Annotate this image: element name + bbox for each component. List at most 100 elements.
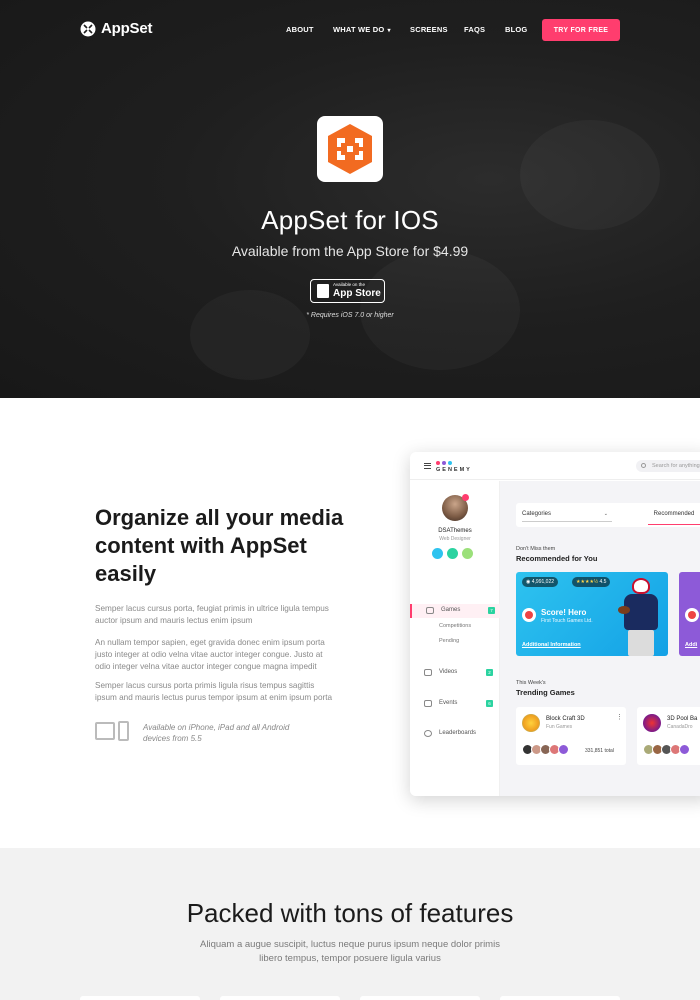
hero-section: AppSet ABOUT WHAT WE DO ▾ SCREENS FAQS BL… [0, 0, 700, 398]
trending-game-card: 3D Pool Ba CanadaDro [637, 707, 700, 765]
game-title: 3D Pool Ba [667, 716, 698, 722]
mockup-user-role: Web Designer [439, 536, 471, 542]
menu-badge: 6 [486, 700, 493, 707]
search-icon [641, 463, 646, 468]
mockup-menu-games: Games 7 [410, 604, 500, 618]
notification-badge [462, 494, 469, 501]
game-logo [685, 608, 699, 622]
featured-game-card: ◉ 4,991,022 ★★★★½ 4.5 Score! Hero First … [516, 572, 668, 656]
featured-game-link: Additional Information [522, 642, 581, 648]
mockup-brand: GENEMY [436, 467, 472, 473]
mockup-sidebar: DSAThemes Web Designer Games 7 Competiti… [410, 481, 500, 796]
top-navigation: AppSet ABOUT WHAT WE DO ▾ SCREENS FAQS BL… [0, 0, 700, 60]
dot [436, 461, 440, 465]
features-title: Packed with tons of features [186, 898, 514, 928]
mockup-submenu-pending: Pending [439, 638, 460, 644]
game-title: Block Craft 3D [546, 716, 585, 722]
trending-game-card: Block Craft 3D Fun Games ⋮ 331,851 total [516, 707, 626, 765]
background-foliage [190, 290, 310, 380]
feature-card [500, 996, 620, 1000]
avatar [432, 548, 443, 559]
mockup-menu-events: Events 6 [410, 697, 500, 711]
gauge-icon [424, 730, 432, 737]
features-text: Aliquam a augue suscipit, luctus neque p… [200, 939, 500, 964]
devices-icons [95, 721, 129, 741]
tablet-icon [95, 722, 115, 740]
nav-faqs[interactable]: FAQS [464, 25, 485, 34]
phone-icon [317, 284, 329, 298]
game-icon [522, 714, 540, 732]
hero-title: AppSet for IOS [261, 205, 439, 235]
feature-card [360, 996, 480, 1000]
film-icon [424, 669, 432, 676]
organize-paragraph-1: Semper lacus cursus porta, feugiat primi… [95, 604, 329, 625]
nav-what-we-do-label: WHAT WE DO [333, 25, 385, 34]
featured-game-2-link: Addi [685, 642, 698, 648]
game-icon [643, 714, 661, 732]
section-heading: Recommended for You [516, 554, 598, 563]
try-for-free-button[interactable]: TRY FOR FREE [542, 19, 620, 41]
app-icon [317, 116, 383, 182]
mockup-menu-leaderboards: Leaderboards [410, 727, 500, 741]
nav-blog[interactable]: BLOG [505, 25, 527, 34]
features-section: Packed with tons of features Aliquam a a… [0, 848, 700, 1000]
menu-badge: 2 [486, 669, 493, 676]
organize-title: Organize all your media content with App… [95, 505, 344, 586]
more-vertical-icon: ⋮ [616, 714, 623, 721]
phone-icon [118, 721, 129, 741]
nav-about[interactable]: ABOUT [286, 25, 314, 34]
players-count: 4,991,022 [531, 579, 555, 585]
mockup-categories-select: Categories ⌄ [522, 509, 612, 522]
chevron-down-icon: ⌄ [603, 511, 608, 517]
menu-label: Games [441, 607, 461, 613]
nav-what-we-do[interactable]: WHAT WE DO ▾ [333, 25, 391, 34]
featured-game-card-2: Addi [679, 572, 700, 656]
section-kicker: Don't Miss them [516, 546, 556, 552]
avatar [679, 744, 690, 755]
menu-badge: 7 [488, 607, 495, 614]
chat-icon [424, 700, 432, 707]
menu-label: Leaderboards [439, 730, 477, 736]
app-store-button[interactable]: Available on the App Store [310, 279, 385, 303]
mockup-topbar: GENEMY Search for anything [410, 452, 700, 480]
caret-down-icon: ▾ [387, 28, 391, 34]
mockup-menu-videos: Videos 2 [410, 666, 500, 680]
featured-game-title: Score! Hero [541, 608, 587, 617]
menu-label: Events [439, 700, 458, 706]
organize-paragraph-2: An nullam tempor sapien, eget gravida do… [95, 638, 325, 671]
nav-screens[interactable]: SCREENS [410, 25, 448, 34]
avatar [558, 744, 569, 755]
organize-paragraph-3: Semper lacus cursus porta primis ligula … [95, 681, 333, 702]
dot [442, 461, 446, 465]
feature-card [80, 996, 200, 1000]
devices-note: Available on iPhone, iPad and all Androi… [143, 723, 290, 743]
mockup-search: Search for anything [636, 460, 700, 472]
mockup-submenu-competitions: Competitions [439, 623, 472, 629]
categories-label: Categories [522, 511, 552, 517]
rating-value: 4.5 [599, 579, 607, 585]
section-kicker: This Week's [516, 680, 546, 686]
brand-dots [436, 461, 452, 465]
logo-text: AppSet [101, 20, 153, 37]
requirements-note: * Requires iOS 7.0 or higher [306, 312, 394, 319]
game-studio: Fun Games [546, 724, 573, 730]
player-avatars [522, 744, 569, 755]
avatar [447, 548, 458, 559]
background-foliage [360, 250, 520, 370]
player-avatars [643, 744, 690, 755]
menu-label: Videos [439, 669, 458, 675]
mockup-main: Categories ⌄ Recommended Don't Miss them… [500, 481, 700, 796]
appset-logo-icon [80, 21, 96, 36]
game-logo [522, 608, 536, 622]
game-studio: CanadaDro [667, 724, 693, 730]
game-total: 331,851 total [585, 748, 614, 754]
hero-subtitle: Available from the App Store for $4.99 [231, 243, 469, 259]
stars-icon: ★★★★½ [576, 579, 599, 585]
mockup-user-name: DSAThemes [438, 528, 472, 534]
logo[interactable]: AppSet [80, 20, 153, 37]
feature-cards [80, 996, 620, 1000]
mockup-search-placeholder: Search for anything [652, 463, 700, 469]
dashboard-mockup: GENEMY Search for anything DSAThemes Web… [410, 452, 700, 796]
section-heading: Trending Games [516, 688, 575, 697]
appset-hexagon-icon [328, 124, 372, 174]
